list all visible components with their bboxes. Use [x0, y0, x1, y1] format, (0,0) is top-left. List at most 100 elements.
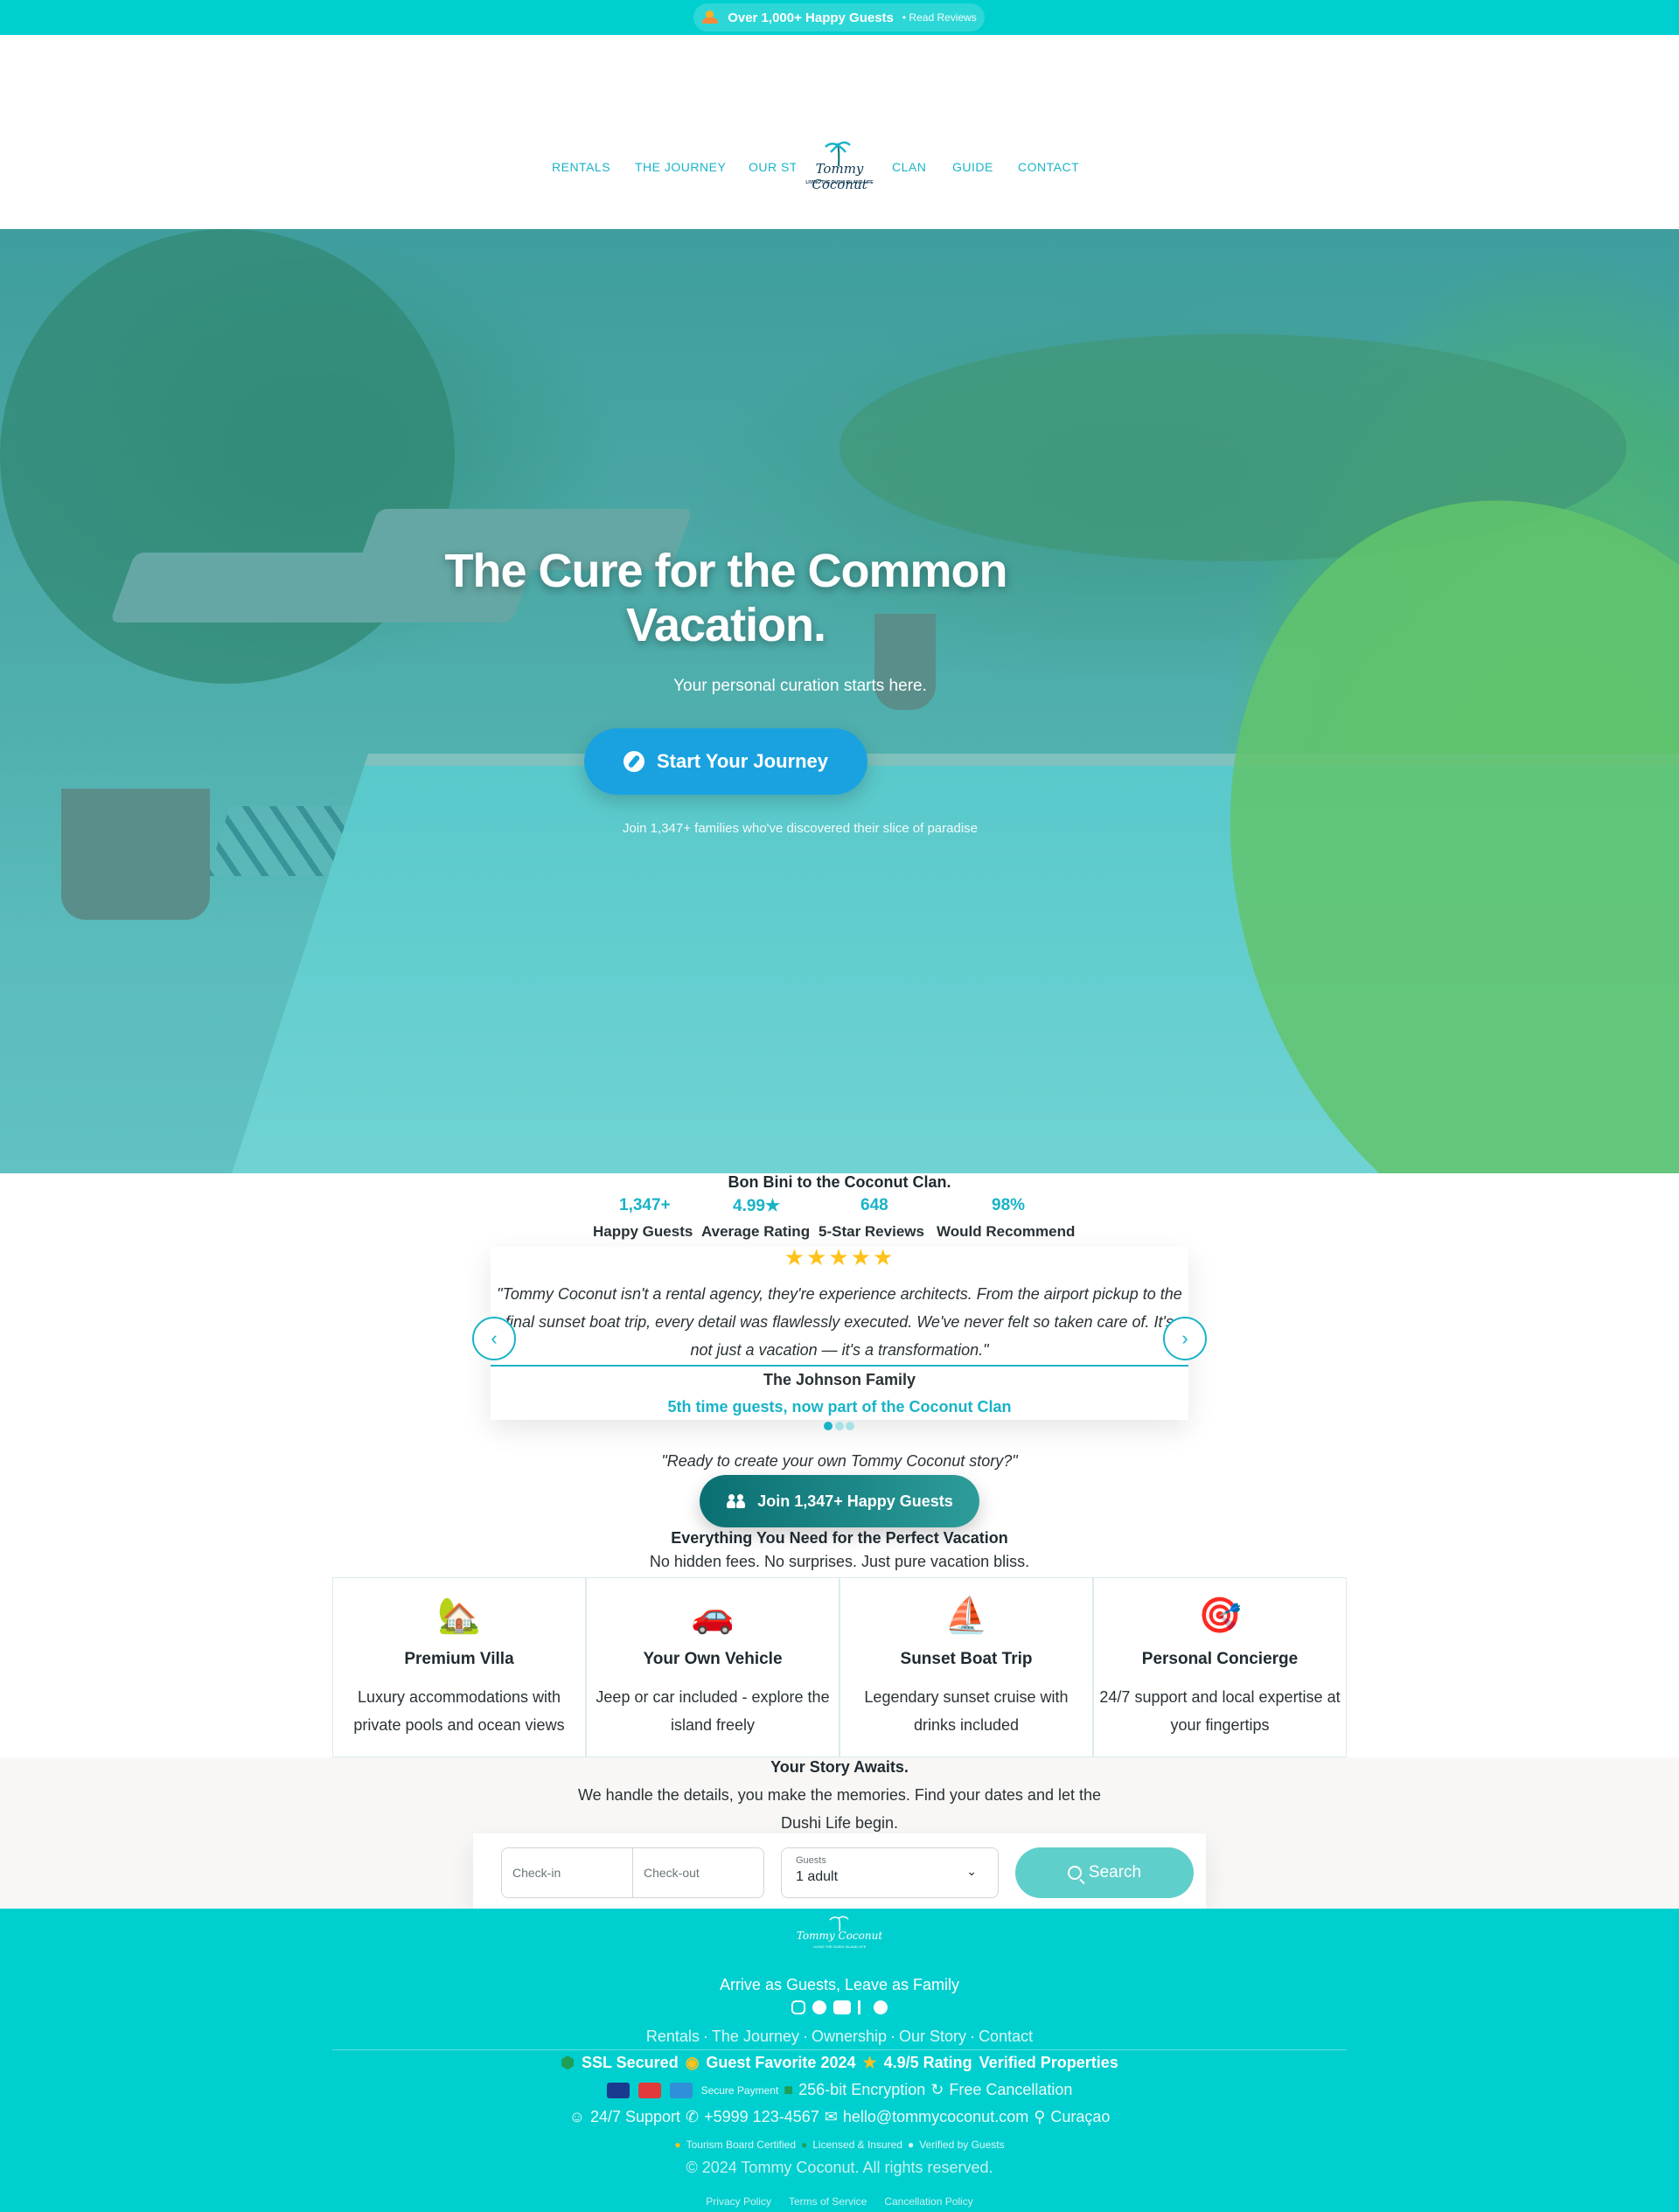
carousel-dot[interactable]	[846, 1422, 854, 1430]
stat-reviews-label: 5-Star Reviews	[819, 1223, 924, 1240]
separator: ·	[702, 2028, 708, 2045]
terms-link[interactable]: Terms of Service	[789, 2195, 867, 2208]
cert-verified: Verified by Guests	[919, 2139, 1005, 2151]
site-footer: Tommy Coconut LIVING THE DUSHI ISLAND LI…	[0, 1909, 1679, 2212]
beach-icon	[701, 9, 719, 26]
refresh-icon: ↻	[930, 2081, 944, 2098]
stat-happy-guests-value: 1,347+	[619, 1196, 671, 1214]
cancellation-policy-link[interactable]: Cancellation Policy	[884, 2195, 972, 2208]
hero-section: The Cure for the Common Vacation. Your p…	[0, 229, 1679, 1173]
welcome-heading: Bon Bini to the Coconut Clan.	[728, 1173, 951, 1191]
tiktok-icon[interactable]	[858, 2000, 867, 2014]
announcement-bar: Over 1,000+ Happy Guests • Read Reviews	[0, 0, 1679, 35]
support-label: 24/7 Support	[589, 2108, 681, 2125]
separator: ·	[802, 2028, 808, 2045]
start-journey-button[interactable]: Start Your Journey	[584, 728, 867, 795]
read-reviews-link[interactable]: • Read Reviews	[902, 11, 977, 24]
happy-guests-text: Over 1,000+ Happy Guests	[728, 10, 894, 25]
shield-icon: ⬢	[561, 2054, 575, 2071]
join-guests-label: Join 1,347+ Happy Guests	[757, 1492, 953, 1510]
cert-tourism: Tourism Board Certified	[686, 2139, 796, 2151]
feature-description: Luxury accommodations with private pools…	[353, 1688, 565, 1734]
footer-logo[interactable]: Tommy Coconut LIVING THE DUSHI ISLAND LI…	[796, 1916, 883, 1954]
checkin-field[interactable]: Check-in	[501, 1847, 633, 1898]
users-icon	[726, 1494, 747, 1508]
features-title: Everything You Need for the Perfect Vaca…	[671, 1529, 1008, 1547]
nav-guide[interactable]: GUIDE	[952, 160, 993, 174]
location-label: Curaçao	[1050, 2108, 1111, 2125]
rating-stars: ★★★★★	[784, 1244, 895, 1270]
footer-link-contact[interactable]: Contact	[979, 2028, 1033, 2046]
nav-the-journey[interactable]: THE JOURNEY	[635, 160, 726, 174]
footer-link-ownership[interactable]: Ownership	[812, 2028, 887, 2046]
logo-text: Tommy Coconut	[812, 161, 867, 192]
badge-guest-favorite: Guest Favorite 2024	[706, 2054, 856, 2071]
lock-icon: ■	[784, 2081, 794, 2098]
feature-title: Your Own Vehicle	[643, 1650, 783, 1668]
footer-link-rentals[interactable]: Rentals	[646, 2028, 700, 2046]
start-journey-label: Start Your Journey	[656, 750, 828, 772]
checkout-field[interactable]: Check-out	[632, 1847, 764, 1898]
site-logo[interactable]: Tommy Coconut LIVING THE DUSHI ISLAND LI…	[796, 140, 883, 192]
cert-licensed: Licensed & Insured	[812, 2139, 902, 2151]
stat-happy-guests-label: Happy Guests	[593, 1223, 693, 1240]
footer-divider	[332, 2049, 1347, 2050]
footer-logo-tagline: LIVING THE DUSHI ISLAND LIFE	[812, 1944, 867, 1949]
mail-icon: ✉	[824, 2108, 838, 2125]
phone-link[interactable]: +5999 123-4567	[704, 2108, 819, 2126]
copyright: © 2024 Tommy Coconut. All rights reserve…	[686, 2159, 993, 2176]
badge-verified: Verified Properties	[979, 2054, 1118, 2071]
visa-icon	[606, 2082, 630, 2098]
amex-icon	[669, 2082, 693, 2098]
search-button[interactable]: Search	[1015, 1847, 1194, 1898]
car-icon: 🚗	[691, 1596, 735, 1635]
feature-description: Jeep or car included - explore the islan…	[596, 1688, 830, 1734]
email-link[interactable]: hello@tommycoconut.com	[843, 2108, 1028, 2126]
guests-select[interactable]: Guests 1 adult ⌄	[781, 1847, 999, 1898]
testimonial-prev-button[interactable]: ‹	[472, 1317, 516, 1360]
award-icon: ◉	[685, 2054, 700, 2071]
chevron-right-icon: ›	[1181, 1327, 1188, 1349]
feature-description: 24/7 support and local expertise at your…	[1099, 1688, 1341, 1734]
nav-rentals[interactable]: RENTALS	[552, 160, 610, 174]
booking-title: Your Story Awaits.	[770, 1758, 909, 1776]
checkin-placeholder: Check-in	[512, 1866, 561, 1880]
spotify-icon[interactable]	[874, 2000, 888, 2014]
stat-rating-label: Average Rating	[701, 1223, 811, 1240]
checkout-placeholder: Check-out	[644, 1866, 700, 1880]
testimonial-next-button[interactable]: ›	[1163, 1317, 1207, 1360]
join-guests-button[interactable]: Join 1,347+ Happy Guests	[700, 1475, 979, 1527]
hero-overlay	[0, 229, 1679, 1173]
instagram-icon[interactable]	[791, 2000, 805, 2014]
footer-link-story[interactable]: Our Story	[899, 2028, 966, 2046]
privacy-link[interactable]: Privacy Policy	[706, 2195, 771, 2208]
separator: ·	[970, 2028, 976, 2045]
feature-title: Personal Concierge	[1141, 1650, 1299, 1668]
footer-tagline: Arrive as Guests, Leave as Family	[719, 1976, 960, 1993]
youtube-icon[interactable]	[833, 2000, 851, 2014]
hero-note: Join 1,347+ families who've discovered t…	[623, 821, 978, 836]
carousel-dot[interactable]	[835, 1422, 844, 1430]
guests-value: 1 adult	[796, 1869, 839, 1884]
search-icon	[1067, 1866, 1082, 1880]
facebook-icon[interactable]	[812, 2000, 826, 2014]
cancellation-label: Free Cancellation	[949, 2081, 1073, 2098]
phone-icon: ✆	[686, 2108, 700, 2125]
nav-clan[interactable]: CLAN	[892, 160, 926, 174]
stat-recommend-value: 98%	[992, 1196, 1026, 1214]
nav-contact[interactable]: CONTACT	[1018, 160, 1079, 174]
footer-logo-text: Tommy Coconut	[796, 1930, 883, 1942]
certifications-row: ● Tourism Board Certified ● Licensed & I…	[0, 2139, 1679, 2151]
feature-card-concierge: 🎯 Personal Concierge 24/7 support and lo…	[1093, 1577, 1347, 1757]
booking-subtitle: We handle the details, you make the memo…	[578, 1786, 1101, 1832]
footer-link-journey[interactable]: The Journey	[712, 2028, 799, 2046]
globe-icon: ●	[801, 2139, 808, 2151]
headset-icon: ☺	[568, 2108, 585, 2125]
carousel-dot[interactable]	[824, 1422, 833, 1430]
star-icon: ★	[862, 2054, 877, 2071]
site-header	[0, 35, 1679, 229]
contact-row: ☺ 24/7 Support ✆ +5999 123-4567 ✉ hello@…	[0, 2108, 1679, 2126]
search-label: Search	[1088, 1863, 1142, 1882]
reviews-pill[interactable]: Over 1,000+ Happy Guests • Read Reviews	[693, 3, 985, 31]
feature-card-boat: ⛵ Sunset Boat Trip Legendary sunset crui…	[840, 1577, 1093, 1757]
